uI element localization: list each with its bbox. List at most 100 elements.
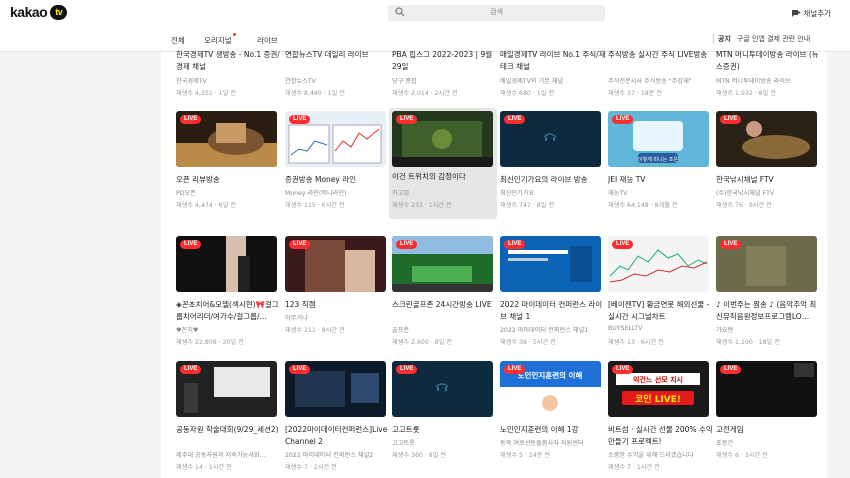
live-video-card[interactable]: LIVE 2022 마이데이터 컨퍼런스 라이브 채널 1 2022 마이데이터 컨… [500, 236, 608, 347]
channel-name[interactable]: 고고트롯 [392, 438, 498, 447]
video-thumbnail[interactable]: LIVE [392, 236, 493, 292]
video-title[interactable]: JEI 재능 TV [608, 174, 714, 186]
video-title[interactable]: 123 직캠 [285, 299, 391, 311]
video-title[interactable]: [2022마이데이터컨퍼런스]Live Channel 2 [285, 424, 391, 448]
channel-name[interactable]: (주)한국낚시채널 FTV [716, 188, 822, 197]
channel-name[interactable]: 2022 마이데이터 컨퍼런스 채널2 [285, 450, 391, 459]
notice-banner[interactable]: 공지 구글 인앱 결제 관련 안내 [713, 34, 810, 44]
view-stats: 재생수 4,474 · 6일 전 [176, 202, 236, 209]
channel-name[interactable]: 주식전문시사 주식방송 "주강재" [608, 76, 692, 85]
video-title[interactable]: MTN 머니투데이방송 라이브 (뉴스증권) [716, 49, 822, 73]
video-title[interactable]: ◈꼰초치어&모델(섹시현)🎀걸그룹치어리더/여가수/걸그룹/… [176, 299, 282, 323]
video-thumbnail[interactable]: LIVE [716, 111, 817, 167]
channel-name[interactable]: 한국경제TV [176, 76, 207, 85]
video-title[interactable]: ♪ 이번주는 짬송 ♪ (음악추억 최신뮤직음원정보프로그램LO… [716, 299, 822, 323]
video-title[interactable]: 고전게임 [716, 424, 822, 436]
live-video-card[interactable]: LIVE 증권방송 Money 라인 Money 라인(머니라인) 재생수 115 ·… [285, 111, 393, 222]
video-thumbnail[interactable]: LIVE [285, 111, 386, 167]
video-title[interactable]: 이건 트위치의 감정이다 [392, 171, 498, 183]
tab-original[interactable]: 오리지널 [204, 33, 236, 46]
kakao-tv-logo[interactable]: kakao tv [10, 4, 68, 20]
channel-name[interactable]: 재능TV [608, 188, 714, 197]
channel-name[interactable]: PD오픈 [176, 188, 282, 197]
live-video-card[interactable]: LIVE 123 직캠 아무거나 재생수 211 · 8시간 전 [285, 236, 393, 347]
live-video-card[interactable]: LIVE 최신인기가요의 라이브 방송 최신인기가요 재생수 747 · 8일 전 [500, 111, 608, 222]
channel-name[interactable]: 동북 여로선동돌봄사자 지원센터 [500, 438, 606, 447]
view-stats: 재생수 1,932 · 8일 전 [716, 90, 776, 97]
live-video-card[interactable]: 노인인지훈련의 이해 LIVE 노인인지훈련의 이해 1강동북 여로선동돌봄사자 지… [500, 361, 608, 472]
channel-name[interactable]: Money 라인(머니라인) [285, 188, 391, 197]
channel-name[interactable]: ♥꼰치♥ [176, 325, 282, 334]
channel-name[interactable]: 골프존 [392, 325, 498, 334]
live-video-card[interactable]: 익건느 선모 지시 코인 LIVE! LIVE 비트섬 · 실시간 선물 200% 수… [608, 361, 716, 472]
channel-name[interactable]: 가요랜 [716, 325, 822, 334]
live-grid: 한국경제TV 생방송 - No.1 증권/경제 채널 한국경제TV 재생수 4,35… [161, 49, 827, 478]
live-video-card[interactable]: LIVE 고고트롯 고고트롯 재생수 360 · 8일 전 [392, 361, 500, 472]
video-title[interactable]: 최신인기가요의 라이브 방송 [500, 174, 606, 186]
video-title[interactable]: 비트섬 · 실시간 선물 200% 수익 만들기 프로젝트! [608, 424, 714, 448]
video-title[interactable]: 스크린골프존 24시간방송 LIVE [392, 299, 498, 311]
video-title[interactable]: 2022 마이데이터 컨퍼런스 라이브 채널 1 [500, 299, 606, 323]
video-thumbnail[interactable]: LIVE [285, 361, 386, 417]
live-video-card[interactable]: LIVE 한국낚시채널 FTV (주)한국낚시채널 FTV 재생수 76 · 9시간 … [716, 111, 824, 222]
live-video-card[interactable]: 이렇게 미니는 조은 LIVE JEI 재능 TV 재능TV 재생수 64,148 · … [608, 111, 716, 222]
video-title[interactable]: 한국낚시채널 FTV [716, 174, 822, 186]
live-badge: LIVE [289, 365, 311, 374]
video-thumbnail[interactable]: LIVE [176, 361, 277, 417]
video-thumbnail[interactable]: LIVE [608, 236, 709, 292]
search-input[interactable]: 검색 [388, 5, 605, 21]
video-thumbnail[interactable]: 이렇게 미니는 조은 LIVE [608, 111, 709, 167]
video-title[interactable]: 노인인지훈련의 이해 1강 [500, 424, 606, 436]
add-channel-button[interactable]: 채널추가 [791, 8, 831, 19]
channel-name[interactable]: 당구 종합 [392, 76, 417, 85]
video-thumbnail[interactable]: LIVE [176, 236, 277, 292]
video-thumbnail[interactable]: LIVE [500, 111, 601, 167]
video-thumbnail[interactable]: 익건느 선모 지시 코인 LIVE! LIVE [608, 361, 709, 417]
video-thumbnail[interactable]: LIVE [716, 361, 817, 417]
live-video-card[interactable]: LIVE 이건 트위치의 감정이다 카고임 재생수 233 · 1시간 전 [389, 108, 497, 219]
video-title[interactable]: PBA 립스그 2022-2023 | 9월 29일 [392, 49, 498, 73]
video-thumbnail[interactable]: LIVE [392, 111, 493, 167]
live-video-card[interactable]: LIVE 오픈 리뷰방송 PD오픈재생수 4,474 · 6일 전 [176, 111, 284, 222]
channel-name[interactable]: 최신인기가요 [500, 188, 606, 197]
video-thumbnail[interactable]: LIVE [392, 361, 493, 417]
video-title[interactable]: 고고트롯 [392, 424, 498, 436]
video-title[interactable]: 매일경제TV 라이브 No.1 주식/재테크 채널 [500, 49, 606, 73]
video-thumbnail[interactable]: LIVE [500, 236, 601, 292]
live-video-card[interactable]: LIVE ♪ 이번주는 짬송 ♪ (음악추억 최신뮤직음원정보프로그램LO… 가요랜… [716, 236, 824, 347]
video-thumbnail[interactable]: LIVE [285, 236, 386, 292]
video-thumbnail[interactable]: LIVE [176, 111, 277, 167]
video-title[interactable]: [베이젠TV] 황금연못 해외선물 - 실시간 시그널차트 [608, 299, 714, 323]
tab-original-label: 오리지널 [204, 36, 232, 45]
channel-name[interactable]: 2022 마이데이터 컨퍼런스 채널1 [500, 325, 606, 334]
video-title[interactable]: 증권방송 Money 라인 [285, 174, 391, 186]
live-video-card[interactable]: LIVE 고전게임포봉건재생수 6 · 3시간 전 [716, 361, 824, 472]
view-stats: 재생수 6 · 3시간 전 [716, 452, 768, 459]
video-title[interactable]: 주식방송 실시간 주식 LIVE방송 [608, 49, 714, 61]
channel-name[interactable]: BUYSELLTV [608, 325, 714, 332]
channel-name[interactable]: 연합뉴스TV [285, 76, 316, 85]
video-title[interactable]: 공동자원 학술대회(9/29_세션2) [176, 424, 282, 436]
channel-name[interactable]: 제주대 공동자원과 지속가능사회… [176, 450, 282, 459]
live-video-card[interactable]: LIVE [2022마이데이터컨퍼런스]Live Channel 2 2022 마이… [285, 361, 393, 472]
video-title[interactable]: 한국경제TV 생방송 - No.1 증권/경제 채널 [176, 49, 282, 73]
channel-name[interactable]: MTN 머니투데이방송 라이브 [716, 76, 791, 85]
channel-name[interactable]: 카고임 [392, 188, 498, 197]
video-title[interactable]: 오픈 리뷰방송 [176, 174, 282, 186]
tab-all[interactable]: 전체 [171, 35, 185, 46]
video-thumbnail[interactable]: 노인인지훈련의 이해 LIVE [500, 361, 601, 417]
video-title[interactable]: 연합뉴스TV 데일리 라이브 [285, 49, 391, 61]
channel-name[interactable]: 소중한 수익을 위해 드리겠습니다 [608, 450, 714, 459]
view-stats: 재생수 7 · 2시간 전 [285, 464, 337, 471]
channel-name[interactable]: 매일경제TV의 기본 채널 [500, 76, 563, 85]
live-badge: LIVE [504, 240, 526, 249]
tab-live[interactable]: 라이브 [257, 35, 278, 46]
live-video-card[interactable]: LIVE 공동자원 학술대회(9/29_세션2) 제주대 공동자원과 지속가능사회…… [176, 361, 284, 472]
channel-name[interactable]: 포봉건 [716, 438, 822, 447]
channel-name[interactable]: 아무거나 [285, 313, 391, 322]
live-video-card[interactable]: LIVE 스크린골프존 24시간방송 LIVE 골프존 재생수 2,600 · 8일 … [392, 236, 500, 347]
logo-text: kakao [10, 4, 48, 20]
video-thumbnail[interactable]: LIVE [716, 236, 817, 292]
live-video-card[interactable]: LIVE [베이젠TV] 황금연못 해외선물 - 실시간 시그널차트 BUYSELL… [608, 236, 716, 347]
live-video-card[interactable]: LIVE ◈꼰초치어&모델(섹시현)🎀걸그룹치어리더/여가수/걸그룹/… ♥꼰치♥ 재… [176, 236, 284, 347]
